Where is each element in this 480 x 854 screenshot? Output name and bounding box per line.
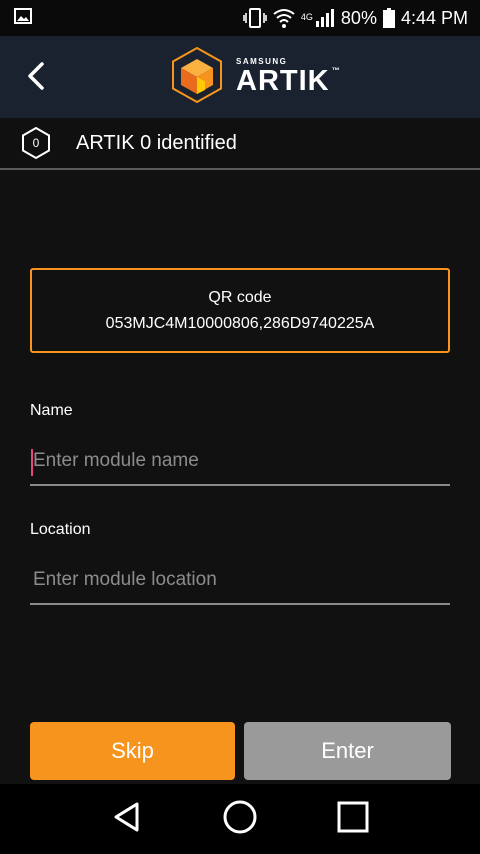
logo-artik-word: ARTIK	[236, 65, 330, 97]
battery-percent: 80%	[340, 7, 377, 28]
name-field	[30, 438, 450, 486]
circle-home-icon	[222, 799, 258, 840]
status-bar: 4G 80% 4:44 PM	[0, 0, 480, 36]
text-caret	[31, 449, 33, 476]
network-type-label: 4G	[300, 11, 313, 22]
clock: 4:44 PM	[400, 7, 468, 28]
signal-icon	[315, 8, 335, 28]
qr-code-value: 053MJC4M10000806,286D9740225A	[105, 314, 375, 332]
nav-recents-button[interactable]	[323, 789, 383, 849]
location-input[interactable]	[30, 557, 450, 603]
qr-code-box: QR code 053MJC4M10000806,286D9740225A	[30, 268, 450, 353]
trademark-mark: ™	[331, 66, 341, 75]
qr-code-title: QR code	[208, 288, 272, 306]
logo-wordmark: SAMSUNG ARTIK ™	[236, 58, 341, 96]
navigation-bar	[0, 784, 480, 854]
artik-cube-icon	[170, 46, 224, 109]
name-label: Name	[30, 402, 73, 419]
image-icon	[14, 7, 32, 30]
nav-back-button[interactable]	[97, 789, 157, 849]
nav-home-button[interactable]	[210, 789, 270, 849]
identified-count: 0	[32, 136, 40, 150]
app-header: SAMSUNG ARTIK ™	[0, 36, 480, 118]
location-label: Location	[30, 521, 91, 538]
skip-button[interactable]: Skip	[30, 722, 235, 780]
status-right: 4G 80% 4:44 PM	[243, 8, 468, 29]
vibrate-icon	[243, 8, 267, 28]
identified-text: ARTIK 0 identified	[76, 131, 237, 154]
hexagon-count-icon: 0	[20, 126, 52, 160]
screen: 4G 80% 4:44 PM SAMSUNG ARTIK ™ 0 ARTIK 0…	[0, 0, 480, 854]
artik-logo: SAMSUNG ARTIK ™	[170, 46, 341, 109]
logo-artik-text: ARTIK ™	[236, 67, 341, 96]
wifi-icon	[273, 8, 295, 28]
name-input[interactable]	[30, 438, 450, 484]
square-recents-icon	[336, 800, 370, 839]
back-button[interactable]	[18, 58, 54, 98]
triangle-back-icon	[110, 800, 144, 839]
battery-icon	[382, 8, 395, 28]
enter-button[interactable]: Enter	[244, 722, 451, 780]
identified-bar: 0 ARTIK 0 identified	[0, 118, 480, 170]
location-field	[30, 557, 450, 605]
chevron-left-icon	[26, 61, 46, 96]
status-left	[14, 7, 32, 30]
